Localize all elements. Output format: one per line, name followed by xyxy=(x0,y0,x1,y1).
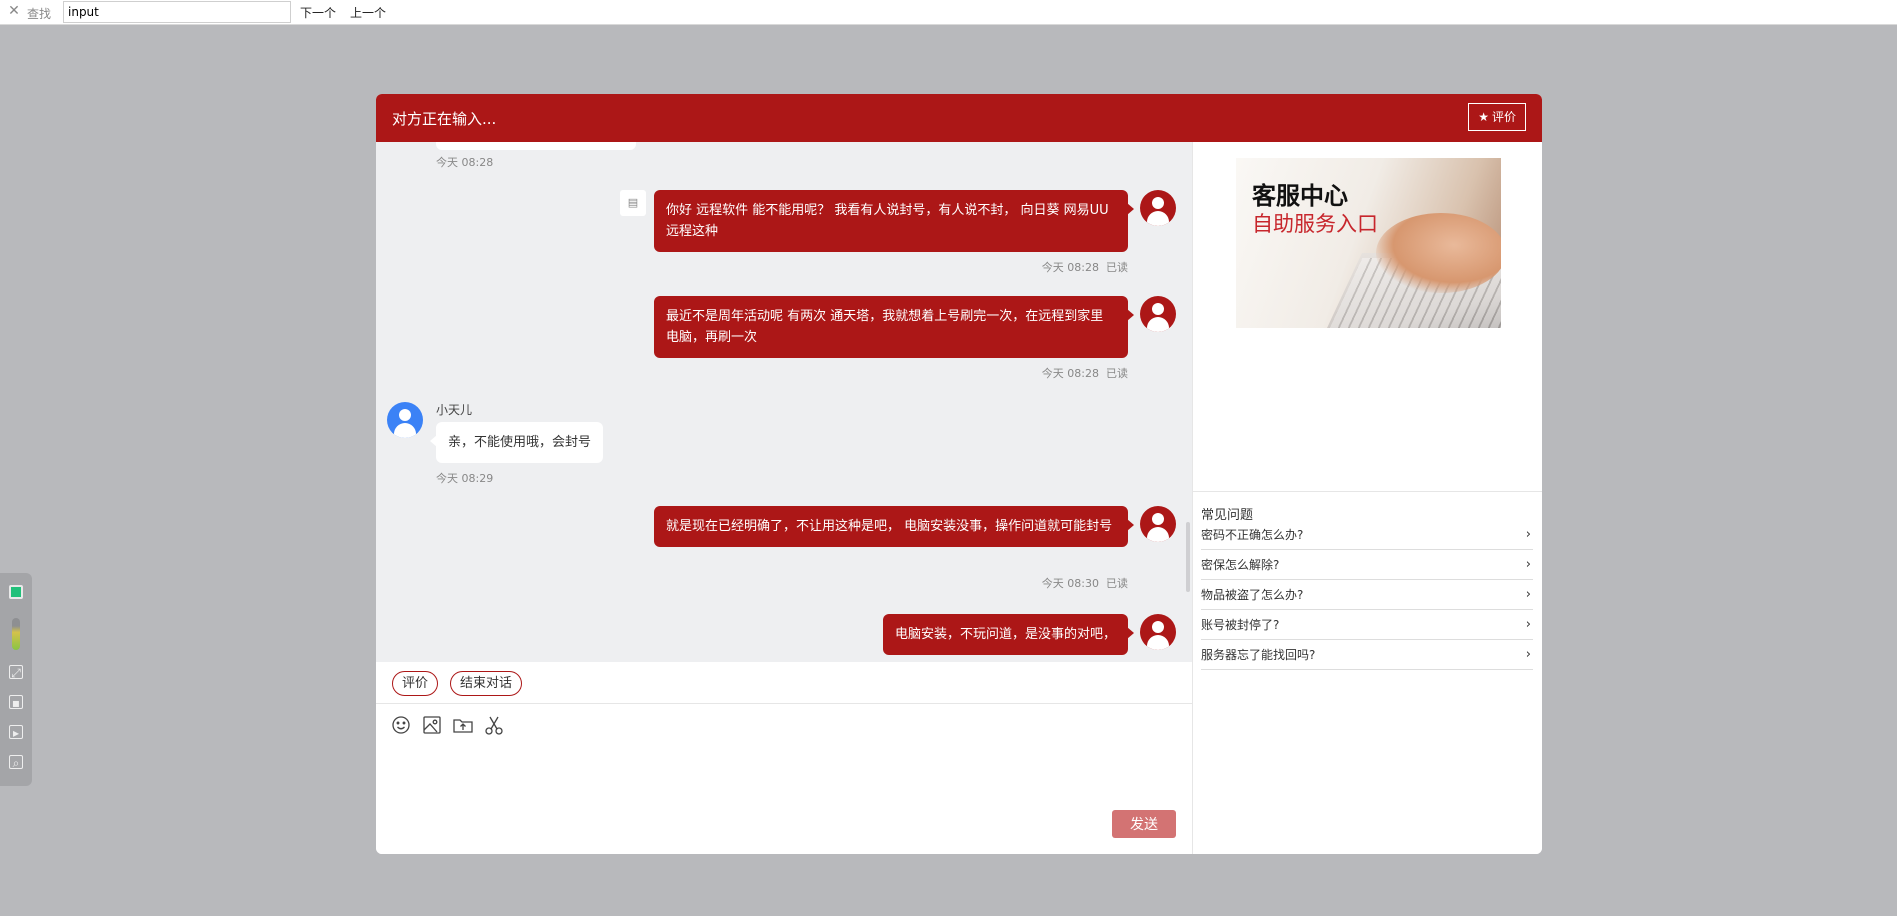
chevron-right-icon: › xyxy=(1525,527,1531,542)
signal-meter xyxy=(12,618,20,650)
send-button[interactable]: 发送 xyxy=(1112,810,1176,838)
message-bubble-incoming: 亲，不能使用哦，会封号 xyxy=(429,422,604,463)
emoji-icon[interactable] xyxy=(390,714,412,736)
crop-icon[interactable]: ⤢ xyxy=(9,665,23,680)
faq-item[interactable]: 账号被封停了? › xyxy=(1201,610,1533,640)
divider xyxy=(1193,491,1542,492)
input-area: 发送 xyxy=(376,704,1192,854)
service-banner[interactable]: 客服中心 自助服务入口 xyxy=(1236,158,1501,328)
banner-title: 客服中心 xyxy=(1252,182,1348,210)
scrollbar[interactable] xyxy=(1186,522,1190,592)
chevron-right-icon: › xyxy=(1525,557,1531,572)
rate-button[interactable]: ★ 评价 xyxy=(1468,103,1526,131)
avatar xyxy=(1140,190,1176,226)
close-icon[interactable]: ✕ xyxy=(7,3,21,19)
chevron-right-icon: › xyxy=(1525,647,1531,662)
hand-illustration xyxy=(1376,213,1501,293)
message-time: 今天 08:29 xyxy=(436,472,494,485)
find-input[interactable] xyxy=(63,1,291,23)
search-icon[interactable]: ⌕ xyxy=(9,755,23,770)
message-bubble-partial xyxy=(436,142,636,150)
shield-icon[interactable] xyxy=(9,585,23,599)
scissors-icon[interactable] xyxy=(483,714,505,736)
sender-name: 小天儿 xyxy=(436,403,473,417)
rate-pill-button[interactable]: 评价 xyxy=(392,671,439,696)
find-next-button[interactable]: 下一个 xyxy=(300,4,336,21)
message-time: 今天 08:28 xyxy=(436,156,494,169)
chevron-right-icon: › xyxy=(1525,617,1531,632)
message-bubble-outgoing: 电脑安装，不玩问道，是没事的对吧， xyxy=(882,614,1135,655)
message-input[interactable] xyxy=(390,748,1170,808)
find-label: 查找 xyxy=(27,7,52,21)
star-icon: ★ xyxy=(1478,110,1489,124)
message-list[interactable]: 今天 08:28 ▤ 你好 远程软件 能不能用呢？ 我看有人说封号，有人说不封，… xyxy=(376,142,1192,662)
find-prev-button[interactable]: 上一个 xyxy=(350,4,386,21)
find-bar: ✕ 查找 下一个 上一个 xyxy=(0,0,1897,25)
faq-item[interactable]: 密码不正确怎么办? › xyxy=(1201,520,1533,550)
chat-header: 对方正在输入... ★ 评价 xyxy=(376,94,1542,142)
message-bubble-outgoing: 就是现在已经明确了，不让用这种是吧， 电脑安装没事，操作问道就可能封号 xyxy=(654,506,1134,547)
faq-item[interactable]: 服务器忘了能找回吗? › xyxy=(1201,640,1533,670)
chevron-right-icon: › xyxy=(1525,587,1531,602)
message-time: 今天 08:30 已读 xyxy=(1041,577,1128,590)
message-time: 今天 08:28 已读 xyxy=(1041,367,1128,380)
chat-window: 对方正在输入... ★ 评价 今天 08:28 ▤ 你好 远程软件 能不能用呢？ … xyxy=(376,94,1542,854)
message-bubble-outgoing: 你好 远程软件 能不能用呢？ 我看有人说封号，有人说不封， 向日葵 网易UU远程… xyxy=(654,190,1134,252)
avatar xyxy=(1140,614,1176,650)
faq-item[interactable]: 密保怎么解除? › xyxy=(1201,550,1533,580)
folder-upload-icon[interactable] xyxy=(452,714,474,736)
rate-button-label: 评价 xyxy=(1491,110,1516,124)
end-chat-button[interactable]: 结束对话 xyxy=(450,671,523,696)
message-time: 今天 08:28 已读 xyxy=(1041,261,1128,274)
avatar xyxy=(1140,296,1176,332)
faq-item[interactable]: 物品被盗了怎么办? › xyxy=(1201,580,1533,610)
message-bubble-outgoing: 最近不是周年活动呢 有两次 通天塔，我就想着上号刷完一次，在远程到家里电脑，再刷… xyxy=(654,296,1134,358)
comment-icon[interactable]: ▤ xyxy=(620,190,646,216)
avatar xyxy=(387,402,423,438)
avatar xyxy=(1140,506,1176,542)
header-title: 对方正在输入... xyxy=(392,110,497,128)
image-icon[interactable] xyxy=(421,714,443,736)
screen-icon[interactable]: ▪ xyxy=(9,695,23,710)
right-panel: 客服中心 自助服务入口 常见问题 密码不正确怎么办? › 密保怎么解除? › 物品被… xyxy=(1192,142,1542,854)
banner-subtitle: 自助服务入口 xyxy=(1252,212,1378,236)
video-icon[interactable]: ▸ xyxy=(9,725,23,740)
action-row: 评价 结束对话 xyxy=(376,662,1192,704)
